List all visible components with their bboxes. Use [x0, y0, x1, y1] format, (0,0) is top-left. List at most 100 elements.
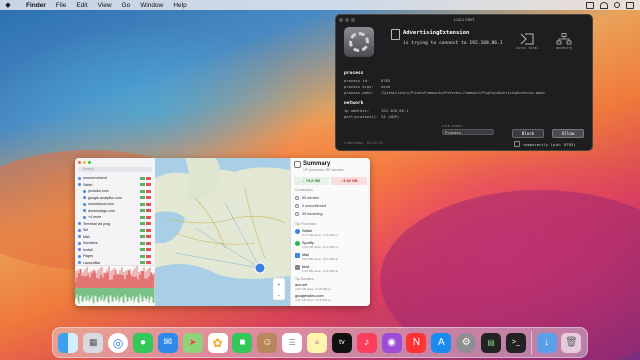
rule-scope-label: rule scope: — [442, 124, 464, 128]
apple-icon[interactable]: ◆ — [0, 1, 16, 9]
terminal-icon[interactable]: >_ — [505, 332, 526, 353]
lulu-window-title: LuLu Alert — [453, 17, 475, 22]
rule-status-indicator — [140, 176, 151, 180]
process-icon — [78, 228, 81, 232]
rule-status-indicator — [140, 189, 151, 193]
search-input[interactable]: Search — [78, 167, 152, 172]
battery-icon[interactable] — [586, 1, 594, 9]
contacts-icon[interactable]: ☺ — [257, 332, 278, 353]
traffic-diagram[interactable] — [75, 265, 155, 306]
lulu-alert-window: LuLu Alert AdvertisingExtension is tryin… — [335, 14, 593, 151]
mail-icon[interactable]: ✉ — [157, 332, 178, 353]
finder-icon[interactable] — [58, 332, 79, 353]
process-tree-label: Pages — [83, 254, 94, 259]
rule-status-indicator — [140, 183, 151, 187]
connections-label: Connections — [295, 188, 313, 192]
incoming-row[interactable]: 39 incoming — [295, 212, 322, 216]
process-gear-icon — [344, 27, 374, 57]
notes-icon[interactable]: ≡ — [307, 332, 328, 353]
process-icon — [78, 222, 81, 226]
rule-status-indicator — [140, 248, 151, 252]
window-controls — [78, 161, 155, 164]
menu-go[interactable]: Go — [122, 2, 131, 9]
lulu-titlebar: LuLu Alert — [336, 15, 592, 24]
menu-app-finder[interactable]: Finder — [26, 2, 46, 9]
domain-googlevideo[interactable]: googlevideo.com 4,69 GB down, 14,8 MB up — [295, 294, 331, 302]
process-section-heading: process — [344, 71, 364, 76]
process-tree-label: duckduckgo.com — [88, 208, 115, 213]
chevron-down-icon: ⌄ — [488, 130, 491, 135]
process-icon — [78, 254, 81, 258]
block-button[interactable]: Block — [512, 129, 544, 138]
appstore-icon[interactable]: A — [431, 332, 452, 353]
process-tree-label: Mail — [83, 234, 90, 239]
spotlight-icon[interactable] — [614, 2, 620, 8]
world-map[interactable]: + − — [155, 158, 290, 306]
ip-address-row: ip address: 192.168.86.1 — [344, 108, 409, 113]
minimize-icon[interactable] — [83, 161, 86, 164]
podcasts-icon[interactable]: ◉ — [381, 332, 402, 353]
menu-help[interactable]: Help — [173, 2, 186, 9]
launchpad-icon[interactable]: ▦ — [83, 332, 104, 353]
process-icon — [78, 183, 81, 187]
process-name: AdvertisingExtension — [403, 30, 470, 36]
process-tree-label: google-analytics.com — [88, 195, 122, 200]
rule-status-indicator — [140, 215, 151, 219]
ancestry-button[interactable]: ancestry — [556, 33, 572, 50]
signed-badge-icon[interactable] — [391, 29, 400, 40]
menu-file[interactable]: File — [56, 2, 66, 9]
virustotal-label: virus total — [516, 46, 539, 50]
process-id-row: process id: 8783 — [344, 78, 391, 83]
process-safari[interactable]: Safari 9,47 GB down, 1,45 GB up — [295, 229, 338, 237]
alert-timestamp: timestamp: 20:14:33 — [344, 141, 383, 145]
unconfirmed-row[interactable]: 0 unconfirmed — [295, 204, 326, 208]
appletv-icon[interactable]: tv — [331, 332, 352, 353]
trash-icon[interactable]: 🗑 — [561, 332, 582, 353]
domain-aco[interactable]: aco.net 4,95 GB down, 9,46 MB up — [295, 283, 331, 291]
svg-text:−: − — [278, 293, 281, 299]
zoom-icon[interactable] — [88, 161, 91, 164]
port-protocol-row: port(protocol): 53 (UDP) — [344, 114, 400, 119]
menu-edit[interactable]: Edit — [76, 2, 87, 9]
process-tree-label: Safari — [83, 182, 93, 187]
rule-scope-select[interactable]: Process ⌄ — [442, 129, 494, 135]
summary-title: Summary — [303, 161, 331, 167]
close-icon[interactable] — [78, 161, 81, 164]
rule-status-indicator — [140, 254, 151, 258]
little-snitch-icon[interactable]: ▤ — [481, 332, 502, 353]
menu-view[interactable]: View — [98, 2, 112, 9]
reminders-icon[interactable]: ☰ — [282, 332, 303, 353]
incoming-traffic: ↓ 79,5 GB — [294, 177, 329, 185]
rule-status-indicator — [140, 209, 151, 213]
process-spotify[interactable]: Spotify 1,99 GB down, 51,2 MB up — [295, 241, 338, 249]
process-mail[interactable]: Mail 19,5 MB down, 93,6 MB up — [295, 253, 338, 261]
facetime-icon[interactable]: ■ — [232, 332, 253, 353]
virustotal-button[interactable]: virus total — [516, 33, 538, 50]
wifi-icon[interactable] — [600, 1, 608, 9]
desktop: ◆ Finder File Edit View Go Window Help L… — [0, 0, 640, 360]
svg-text:+: + — [278, 282, 281, 288]
music-icon[interactable]: ♪ — [356, 332, 377, 353]
temporarily-checkbox[interactable] — [514, 141, 520, 147]
news-icon[interactable]: N — [406, 332, 427, 353]
ancestry-label: ancestry — [556, 46, 573, 50]
menubar: ◆ Finder File Edit View Go Window Help — [0, 0, 640, 10]
photos-icon[interactable]: ✿ — [207, 332, 228, 353]
allow-button[interactable]: Allow — [552, 129, 584, 138]
snitch-sidebar: Search neuroevolment Safari youtube.com goo… — [75, 158, 156, 306]
denied-row[interactable]: 55 denied — [295, 196, 319, 200]
system-preferences-icon[interactable]: ⚙ — [456, 332, 477, 353]
process-tree-label: Siri — [83, 228, 89, 233]
messages-icon[interactable]: ● — [133, 332, 153, 353]
downloads-icon[interactable]: ↓ — [536, 332, 557, 353]
rule-status-indicator — [140, 241, 151, 245]
menu-window[interactable]: Window — [140, 2, 163, 9]
control-center-icon[interactable] — [626, 1, 634, 9]
process-args-row: process args: none — [344, 84, 391, 89]
processes-label: Top Processes — [295, 222, 316, 226]
safari-icon[interactable]: ◎ — [108, 332, 129, 353]
temporarily-option[interactable]: temporarily (pid: 8783) — [514, 141, 576, 147]
process-bind[interactable]: bind 1,25 MB down, 2,61 MB up — [295, 265, 338, 273]
process-tree-label: neuroevolment — [83, 176, 107, 181]
maps-icon[interactable]: ➤ — [182, 332, 203, 353]
